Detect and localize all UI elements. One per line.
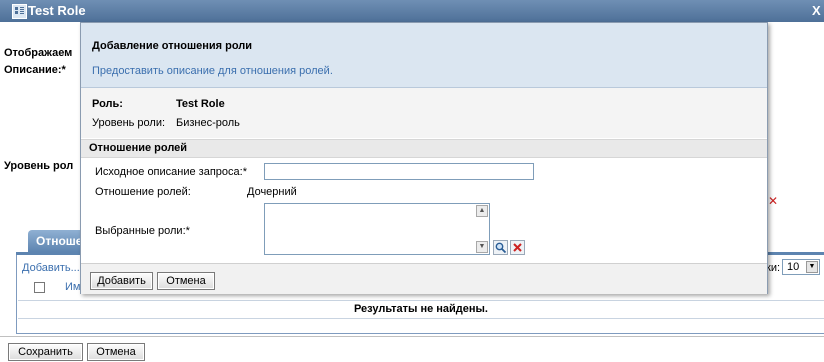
- rows-per-page-value: 10: [787, 261, 800, 273]
- tab-label: Отноше: [36, 234, 83, 248]
- no-results-text: Результаты не найдены.: [353, 303, 488, 315]
- remove-icon[interactable]: [510, 240, 525, 255]
- role-label: Роль:: [92, 98, 123, 110]
- tab-relationships[interactable]: Отноше: [28, 230, 88, 252]
- relationship-label: Отношение ролей:: [95, 186, 191, 198]
- display-name-label: Отображаем: [4, 47, 73, 59]
- request-description-label: Исходное описание запроса:*: [95, 166, 247, 178]
- role-icon: [12, 4, 27, 19]
- window-title-bar: Test Role X: [0, 0, 824, 22]
- request-description-input[interactable]: [264, 163, 534, 180]
- name-column-header[interactable]: Им: [65, 281, 80, 293]
- close-icon[interactable]: X: [812, 4, 822, 18]
- search-icon[interactable]: [493, 240, 508, 255]
- add-link[interactable]: Добавить...: [22, 262, 80, 274]
- section-title: Отношение ролей: [89, 142, 188, 154]
- relationship-value: Дочерний: [247, 186, 297, 198]
- rows-per-page-select[interactable]: 10 ▼: [782, 259, 820, 275]
- dropdown-arrow-icon[interactable]: ▼: [806, 261, 818, 273]
- role-value: Test Role: [176, 98, 225, 110]
- window-title: Test Role: [28, 3, 86, 18]
- remove-icon[interactable]: ✕: [768, 194, 778, 208]
- role-info-section: Роль: Test Role Уровень роли: Бизнес-рол…: [81, 88, 767, 138]
- role-level-label: Уровень рол: [4, 160, 74, 172]
- add-button[interactable]: Добавить: [90, 272, 153, 290]
- dialog-header: Добавление отношения роли Предоставить о…: [81, 23, 767, 88]
- role-level-value: Бизнес-роль: [176, 117, 240, 129]
- save-button[interactable]: Сохранить: [8, 343, 83, 361]
- scroll-up-icon[interactable]: ▲: [476, 205, 488, 217]
- select-all-checkbox[interactable]: [34, 282, 45, 293]
- add-role-relationship-dialog: Добавление отношения роли Предоставить о…: [80, 22, 768, 294]
- description-label: Описание:*: [4, 64, 66, 76]
- dialog-footer: Добавить Отмена: [81, 263, 767, 294]
- rows-per-page-label: ки:: [766, 262, 781, 274]
- outer-cancel-button[interactable]: Отмена: [87, 343, 145, 361]
- selected-roles-label: Выбранные роли:*: [95, 225, 190, 237]
- footer-divider: [0, 336, 824, 337]
- selected-roles-list[interactable]: ▲ ▼: [264, 203, 490, 255]
- dialog-cancel-button[interactable]: Отмена: [157, 272, 215, 290]
- dialog-title: Добавление отношения роли: [92, 40, 253, 52]
- scroll-down-icon[interactable]: ▼: [476, 241, 488, 253]
- dialog-description: Предоставить описание для отношения роле…: [92, 65, 333, 77]
- no-results-row: Результаты не найдены.: [18, 300, 824, 319]
- role-level-label: Уровень роли:: [92, 117, 166, 129]
- relationship-section-header: Отношение ролей: [81, 139, 767, 158]
